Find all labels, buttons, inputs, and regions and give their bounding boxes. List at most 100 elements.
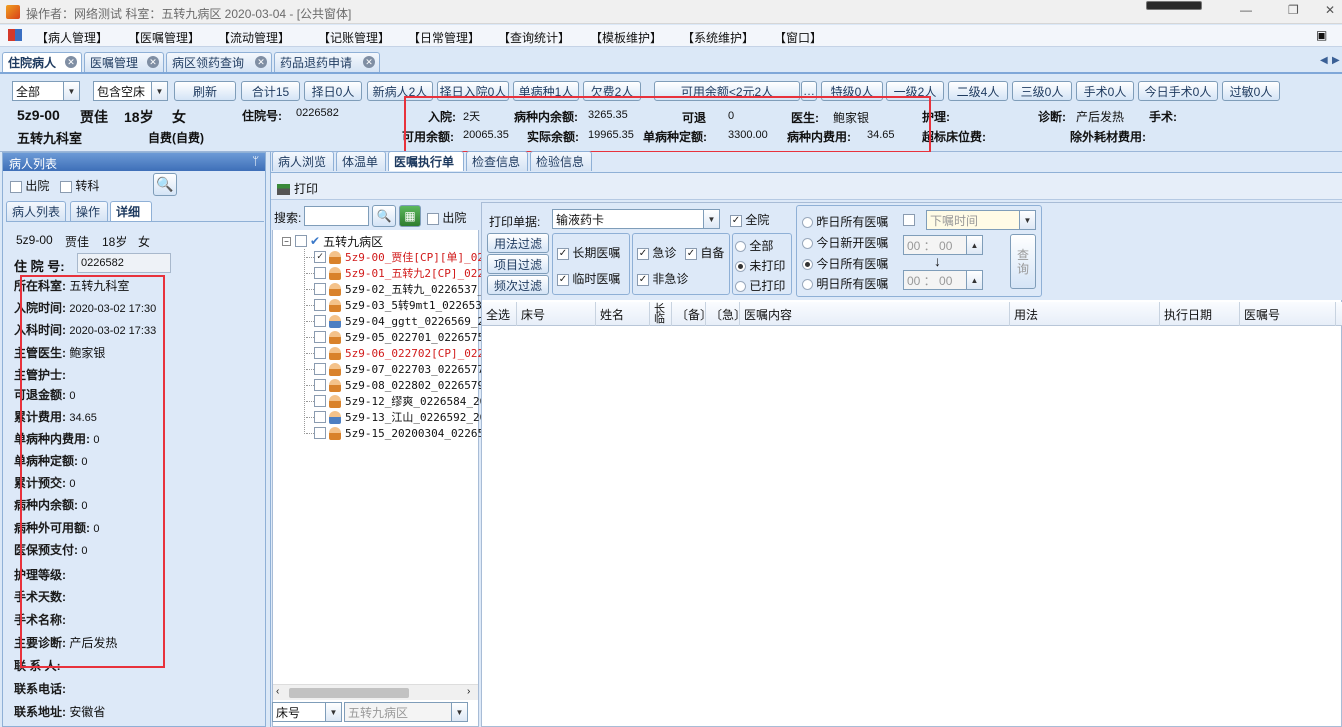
tab-exam-info[interactable]: 检查信息: [466, 151, 528, 171]
surgery-button[interactable]: 手术0人: [1076, 81, 1134, 101]
tree-patient-item[interactable]: 5z9-13_江山_0226592_20: [306, 409, 486, 425]
tab-lab-info[interactable]: 检验信息: [530, 151, 592, 171]
scheduled-button[interactable]: 择日0人: [304, 81, 362, 101]
tree-item-checkbox[interactable]: [314, 299, 326, 311]
order-time-checkbox[interactable]: [903, 212, 915, 226]
printed-radio[interactable]: 已打印: [735, 277, 785, 294]
menu-orders[interactable]: 【医嘱管理】: [128, 29, 200, 46]
close-button[interactable]: ✕: [1325, 3, 1335, 17]
unprinted-radio[interactable]: 未打印: [735, 257, 785, 274]
tree-item-checkbox[interactable]: [314, 267, 326, 279]
tree-item-checkbox[interactable]: [314, 315, 326, 327]
tree-item-checkbox[interactable]: ✓: [314, 251, 326, 263]
tree-patient-item[interactable]: 5z9-03_5转9mt1_0226539: [306, 297, 488, 313]
tab-ward-drug-query[interactable]: 病区领药查询 ✕: [166, 52, 272, 72]
tree-item-checkbox[interactable]: [314, 411, 326, 423]
tree-hscroll[interactable]: ‹ ›: [273, 684, 478, 700]
close-tab-icon[interactable]: ✕: [65, 56, 77, 68]
tab-scroll-right-icon[interactable]: ▶: [1332, 55, 1340, 66]
tree-ward-select[interactable]: 五转九病区 ▼: [344, 702, 468, 722]
minimize-button[interactable]: —: [1240, 3, 1252, 17]
refresh-button[interactable]: 刷新: [174, 81, 236, 101]
restore-button[interactable]: ❐: [1288, 3, 1299, 17]
col-urgent[interactable]: 〔急〕: [706, 302, 746, 326]
tomorrow-radio[interactable]: 明日所有医嘱: [802, 275, 888, 292]
tree-patient-item[interactable]: 5z9-02_五转九_0226537_: [306, 281, 484, 297]
tree-export-button[interactable]: ▦: [399, 205, 421, 227]
close-tab-icon[interactable]: ✕: [147, 56, 159, 68]
bed-filter-select[interactable]: 包含空床 ▼: [93, 81, 168, 101]
tree-patient-item[interactable]: 5z9-07_022703_0226577_: [306, 361, 491, 377]
tab-order-mgmt[interactable]: 医嘱管理 ✕: [84, 52, 164, 72]
scroll-left-icon[interactable]: ‹: [276, 686, 279, 697]
tab-scroll-left-icon[interactable]: ◀: [1320, 55, 1328, 66]
spinner-icon[interactable]: ▲: [966, 271, 982, 289]
tree-search-input[interactable]: [304, 206, 369, 226]
tree-search-button[interactable]: 🔍: [372, 205, 396, 227]
col-usage[interactable]: 用法: [1010, 302, 1160, 326]
tab-temperature[interactable]: 体温单: [336, 151, 386, 171]
menu-template[interactable]: 【模板维护】: [590, 29, 662, 46]
tab-operation[interactable]: 操作: [70, 201, 108, 221]
tree-patient-item[interactable]: 5z9-12_缪爽_0226584_20: [306, 393, 486, 409]
tree-item-checkbox[interactable]: [314, 331, 326, 343]
close-tab-icon[interactable]: ✕: [255, 56, 267, 68]
tree-item-checkbox[interactable]: [314, 283, 326, 295]
today-new-radio[interactable]: 今日新开医嘱: [802, 234, 888, 251]
pin-icon[interactable]: ᛘ: [252, 154, 259, 168]
scroll-right-icon[interactable]: ›: [467, 686, 470, 697]
col-exec-date[interactable]: 执行日期: [1160, 302, 1240, 326]
spinner-icon[interactable]: ▲: [966, 236, 982, 254]
today-all-radio[interactable]: 今日所有医嘱: [802, 255, 888, 272]
inpatient-field[interactable]: 0226582: [77, 253, 171, 273]
menu-system[interactable]: 【系统维护】: [682, 29, 754, 46]
print-button[interactable]: 打印: [277, 180, 318, 197]
close-tab-icon[interactable]: ✕: [363, 56, 375, 68]
search-button[interactable]: 🔍: [153, 173, 177, 196]
usage-filter-button[interactable]: 用法过滤: [487, 233, 549, 253]
urgent-checkbox[interactable]: ✓ 急诊: [637, 244, 676, 261]
col-select-all[interactable]: 全选: [482, 302, 517, 326]
time-end-field[interactable]: 00 ： 00 ▲: [903, 270, 983, 290]
print-sheet-select[interactable]: 输液药卡 ▼: [552, 209, 720, 229]
tree-discharged-checkbox[interactable]: 出院: [427, 209, 466, 226]
col-backup[interactable]: 〔备〕: [672, 302, 712, 326]
tree-item-checkbox[interactable]: [314, 379, 326, 391]
tree-patient-item[interactable]: 5z9-15_20200304_022658: [306, 425, 491, 441]
col-content[interactable]: 医嘱内容: [740, 302, 1010, 326]
tree-patient-item[interactable]: 5z9-01_五转九2[CP]_022: [306, 265, 484, 281]
nonurgent-checkbox[interactable]: ✓ 非急诊: [637, 270, 688, 287]
tab-order-exec[interactable]: 医嘱执行单: [388, 151, 464, 171]
tree-patient-item[interactable]: 5z9-04_ggtt_0226569_20: [306, 313, 491, 329]
menu-query[interactable]: 【查询统计】: [498, 29, 570, 46]
total-button[interactable]: 合计15: [241, 81, 300, 101]
tab-drug-return[interactable]: 药品退药申请 ✕: [274, 52, 380, 72]
tree-item-checkbox[interactable]: [314, 427, 326, 439]
tab-patient-browse[interactable]: 病人浏览: [272, 151, 334, 171]
menu-daily[interactable]: 【日常管理】: [408, 29, 480, 46]
freq-filter-button[interactable]: 频次过滤: [487, 275, 549, 295]
mdi-restore-icon[interactable]: ▣: [1316, 28, 1327, 42]
tree-patient-item[interactable]: 5z9-05_022701_0226575_: [306, 329, 491, 345]
query-button[interactable]: 查询: [1010, 234, 1036, 289]
tree-patient-item[interactable]: 5z9-08_022802_0226579_: [306, 377, 491, 393]
today-surgery-button[interactable]: 今日手术0人: [1138, 81, 1218, 101]
discharged-checkbox[interactable]: 出院: [10, 177, 49, 194]
menu-billing[interactable]: 【记账管理】: [318, 29, 390, 46]
self-supplied-checkbox[interactable]: ✓ 自备: [685, 244, 724, 261]
tree-item-checkbox[interactable]: [314, 347, 326, 359]
col-order-no[interactable]: 医嘱号: [1240, 302, 1336, 326]
tree-root[interactable]: − ✔ 五转九病区: [282, 233, 383, 249]
tab-inpatient[interactable]: 住院病人 ✕: [2, 52, 82, 72]
level3-button[interactable]: 三级0人: [1012, 81, 1072, 101]
col-long-temp[interactable]: 长临: [650, 302, 672, 326]
menu-patient[interactable]: 【病人管理】: [36, 29, 108, 46]
scroll-thumb[interactable]: [289, 688, 409, 698]
transfer-checkbox[interactable]: 转科: [60, 177, 99, 194]
all-hospital-checkbox[interactable]: ✓ 全院: [730, 211, 769, 228]
temporary-checkbox[interactable]: ✓ 临时医嘱: [557, 270, 620, 287]
tree-field-select[interactable]: 床号 ▼: [272, 702, 342, 722]
collapse-icon[interactable]: −: [282, 236, 291, 246]
time-start-field[interactable]: 00 ： 00 ▲: [903, 235, 983, 255]
yesterday-radio[interactable]: 昨日所有医嘱: [802, 213, 888, 230]
